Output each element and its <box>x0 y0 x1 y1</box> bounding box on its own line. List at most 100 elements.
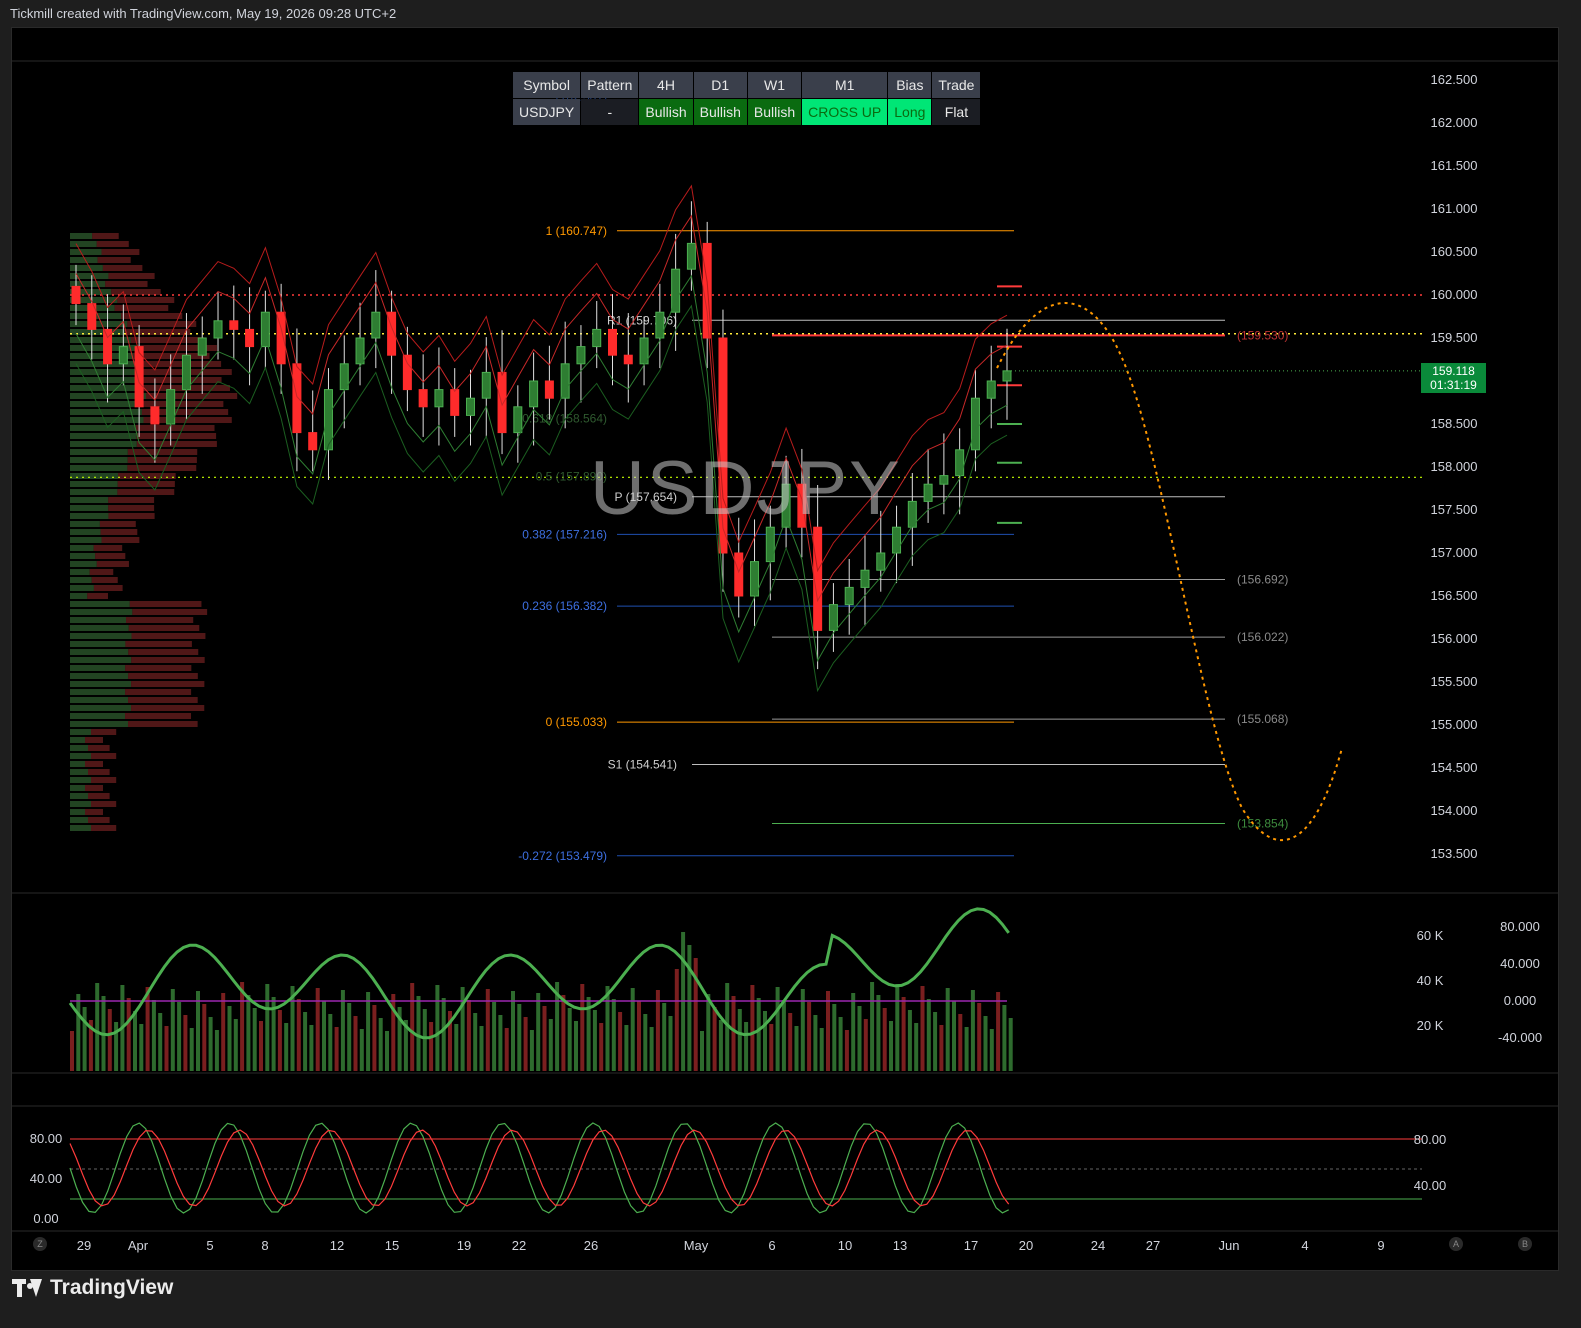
volume-bar <box>611 999 616 1071</box>
volume-bar <box>794 1026 799 1071</box>
volume-profile-bar <box>91 729 117 735</box>
time-axis-label-0: 29 <box>77 1238 91 1253</box>
volume-bar <box>340 990 345 1071</box>
time-axis-label-6: 19 <box>457 1238 471 1253</box>
volume-profile-bar <box>70 729 92 735</box>
log-scale-button[interactable]: B <box>1518 1237 1532 1251</box>
volume-profile-bar <box>70 449 128 455</box>
tradingview-footer[interactable]: TradingView <box>12 1276 173 1300</box>
fib-label-4: -0.272 (153.479) <box>518 849 607 863</box>
volume-profile-bar <box>70 817 89 823</box>
auto-scale-button[interactable]: A <box>1449 1237 1463 1251</box>
volume-profile-bar <box>70 569 90 575</box>
projection-curve <box>996 302 1343 842</box>
right-level-label-4: (153.854) <box>1237 817 1288 831</box>
volume-bar <box>882 1008 887 1071</box>
volume-profile-bar <box>126 617 194 623</box>
volume-bar <box>177 1002 182 1071</box>
symbol-watermark: USDJPY <box>590 446 902 531</box>
volume-profile-bar <box>95 553 126 559</box>
volume-bar <box>498 1015 503 1071</box>
osc-axis-label-0: 80.000 <box>1500 919 1540 934</box>
volume-profile-bar <box>70 689 126 695</box>
volume-profile-bar <box>118 473 176 479</box>
candle-body <box>876 552 886 571</box>
candle-body <box>813 526 823 631</box>
volume-bar <box>618 1012 623 1071</box>
time-axis-label-10: 6 <box>768 1238 775 1253</box>
volume-profile-bar <box>93 545 123 551</box>
stoch-left-axis-0: 80.00 <box>30 1131 63 1146</box>
volume-bar <box>788 1013 793 1071</box>
volume-bar <box>939 1025 944 1071</box>
price-axis-label-17: 153.500 <box>1431 846 1478 861</box>
right-level-label-0: (159.530) <box>1237 328 1288 342</box>
volume-profile-bar <box>70 601 130 607</box>
volume-bar <box>504 1028 509 1071</box>
volume-profile-bar <box>70 801 92 807</box>
fib-faint-label-0: 0.618 (158.564) <box>522 411 607 425</box>
candle-body <box>308 432 318 451</box>
zoom-reset-button[interactable]: Z <box>33 1237 47 1251</box>
time-axis-label-7: 22 <box>512 1238 526 1253</box>
volume-bar <box>359 1029 364 1071</box>
volume-profile-bar <box>70 793 89 799</box>
volume-bar <box>662 1003 667 1071</box>
time-axis-label-9: May <box>684 1238 709 1253</box>
volume-bar <box>221 993 226 1071</box>
candle-body <box>970 397 980 451</box>
candle-body <box>923 483 933 502</box>
price-axis-label-13: 155.500 <box>1431 674 1478 689</box>
time-axis-label-15: 24 <box>1091 1238 1105 1253</box>
volume-profile-bar <box>88 793 110 799</box>
volume-bar <box>353 1016 358 1071</box>
stoch-right-axis-1: 40.00 <box>1414 1178 1447 1193</box>
volume-bar <box>70 1031 74 1071</box>
candle-body <box>544 380 554 399</box>
volume-profile-bar <box>70 465 128 471</box>
volume-bar <box>429 1022 434 1071</box>
stoch-d-line <box>69 1129 1010 1207</box>
volume-profile-bar <box>70 481 118 487</box>
volume-bar <box>126 998 131 1071</box>
volume-profile-bar <box>128 697 198 703</box>
volume-bar <box>996 992 1001 1071</box>
price-axis-label-0: 162.500 <box>1431 72 1478 87</box>
volume-bar <box>309 1025 314 1071</box>
chart-frame[interactable]: 162.500 162.000 161.500 161.000 160.500 160.0… <box>11 27 1559 1271</box>
volume-profile-bar <box>70 377 139 383</box>
volume-profile-bar <box>131 633 206 639</box>
tradingview-logo-icon <box>12 1279 42 1297</box>
value-m1: CROSS UP <box>802 99 888 125</box>
time-axis-label-14: 20 <box>1019 1238 1033 1253</box>
volume-profile-bar <box>100 529 138 535</box>
header-4h: 4H <box>639 72 693 98</box>
volume-bar <box>964 1027 969 1071</box>
volume-profile-bar <box>70 697 129 703</box>
volume-bar <box>164 1026 169 1071</box>
volume-profile-bar <box>91 577 118 583</box>
candle-body <box>245 328 255 348</box>
volume-profile-bar <box>127 321 197 327</box>
volume-bar <box>832 1004 837 1071</box>
volume-bar <box>649 1027 654 1071</box>
volume-profile-bar <box>70 241 97 247</box>
volume-profile-bar <box>131 705 205 711</box>
volume-profile-bar <box>70 473 119 479</box>
time-axis-label-1: Apr <box>128 1238 149 1253</box>
volume-profile-bar <box>131 681 205 687</box>
volume-profile-bar <box>117 489 175 495</box>
status-table: Symbol Pattern 4H D1 W1 M1 Bias Trade US… <box>512 71 981 126</box>
volume-bar <box>517 1004 522 1071</box>
candle-body <box>181 354 191 391</box>
main-chart-svg[interactable]: 162.500 162.000 161.500 161.000 160.500 160.0… <box>12 28 1558 1270</box>
volume-profile-bar <box>70 249 102 255</box>
volume-profile-bar <box>125 641 192 647</box>
volume-profile-bar <box>70 553 96 559</box>
volume-profile-bar <box>70 505 109 511</box>
volume-bar <box>536 993 541 1071</box>
candle-body <box>986 380 996 399</box>
volume-profile-bar <box>114 305 169 311</box>
volume-bar <box>674 969 679 1071</box>
volume-bar <box>410 983 415 1071</box>
